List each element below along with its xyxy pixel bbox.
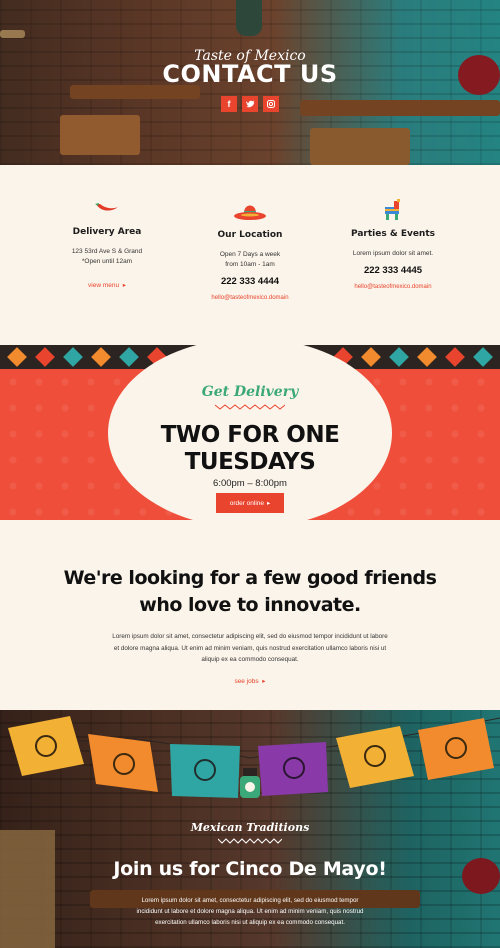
contact-info-section: Delivery Area 123 53rd Ave S & Grand *Op… <box>0 165 500 345</box>
order-online-button[interactable]: order online ▸ <box>216 493 284 513</box>
see-jobs-label: see jobs <box>234 678 259 685</box>
pattern-diamond <box>63 347 83 367</box>
location-phone[interactable]: 222 333 4444 <box>180 276 320 287</box>
pattern-diamond <box>389 347 409 367</box>
jobs-text: Lorem ipsum dolor sit amet, consectetur … <box>112 633 388 663</box>
parties-events-title: Parties & Events <box>350 229 435 239</box>
flag-teal-icon <box>170 744 240 798</box>
papel-picado-bunting <box>0 716 500 798</box>
sombrero-icon <box>180 198 320 224</box>
parties-events-column: Parties & Events Lorem ipsum dolor sit a… <box>323 197 463 290</box>
promo-title-line2: TUESDAYS <box>184 449 316 475</box>
pattern-diamond <box>119 347 139 367</box>
parties-text: Lorem ipsum dolor sit amet. <box>352 250 434 257</box>
chili-pepper-icon <box>37 195 177 221</box>
location-days: Open 7 Days a week <box>219 251 281 258</box>
pattern-diamond <box>91 347 111 367</box>
cinco-title: Join us for Cinco De Mayo! <box>113 858 387 880</box>
promo-title-line1: TWO FOR ONE <box>160 422 340 448</box>
twitter-icon[interactable] <box>242 96 258 112</box>
pattern-diamond <box>417 347 437 367</box>
pattern-diamond <box>473 347 493 367</box>
promo-title: TWO FOR ONE TUESDAYS <box>0 422 500 476</box>
chevron-right-icon: ▸ <box>267 500 271 507</box>
view-menu-label: view menu <box>88 282 120 289</box>
chevron-right-icon: ▸ <box>122 282 126 289</box>
delivery-address: 123 53rd Ave S & Grand <box>71 248 143 255</box>
jobs-section: We're looking for a few good friends who… <box>0 520 500 710</box>
pattern-diamond <box>7 347 27 367</box>
promo-time: 6:00pm – 8:00pm <box>213 478 287 489</box>
pattern-diamond <box>35 347 55 367</box>
social-links: f <box>0 96 500 112</box>
location-email[interactable]: hello@tasteofmexico.domain <box>180 295 320 301</box>
jobs-title-line1: We're looking for a few good friends <box>63 567 437 589</box>
see-jobs-link[interactable]: see jobs ▸ <box>0 677 500 685</box>
instagram-icon[interactable] <box>263 96 279 112</box>
flag-orange-icon <box>418 718 494 780</box>
flag-orange-icon <box>88 734 158 792</box>
jobs-title: We're looking for a few good friends who… <box>0 565 500 619</box>
pinata-icon <box>323 197 463 223</box>
cinco-text: Lorem ipsum dolor sit amet, consectetur … <box>136 897 364 926</box>
delivery-hours: *Open until 12am <box>81 258 133 265</box>
page-title: CONTACT US <box>162 60 338 88</box>
promo-script-title: Get Delivery <box>201 384 299 400</box>
view-menu-link[interactable]: view menu ▸ <box>37 281 177 289</box>
parties-email[interactable]: hello@tasteofmexico.domain <box>323 284 463 290</box>
location-hours: from 10am - 1am <box>225 261 275 268</box>
delivery-area-column: Delivery Area 123 53rd Ave S & Grand *Op… <box>37 195 177 289</box>
chevron-right-icon: ▸ <box>262 678 266 685</box>
order-online-label: order online <box>229 499 265 507</box>
pattern-diamond <box>361 347 381 367</box>
zigzag-divider <box>218 838 282 844</box>
zigzag-divider <box>215 404 285 410</box>
flag-yellow-icon <box>8 716 84 776</box>
parties-phone[interactable]: 222 333 4445 <box>323 265 463 276</box>
jobs-title-line2: who love to innovate. <box>139 594 361 616</box>
hero-section: Taste of Mexico CONTACT US f <box>0 0 500 165</box>
facebook-icon[interactable]: f <box>221 96 237 112</box>
pattern-diamond <box>445 347 465 367</box>
delivery-area-title: Delivery Area <box>72 227 142 237</box>
flag-purple-icon <box>258 742 328 796</box>
cinco-script-title: Mexican Traditions <box>190 821 310 834</box>
our-location-column: Our Location Open 7 Days a week from 10a… <box>180 198 320 301</box>
flag-yellow-icon <box>336 726 414 788</box>
tequila-bottle-icon <box>240 768 260 798</box>
our-location-title: Our Location <box>217 230 283 240</box>
